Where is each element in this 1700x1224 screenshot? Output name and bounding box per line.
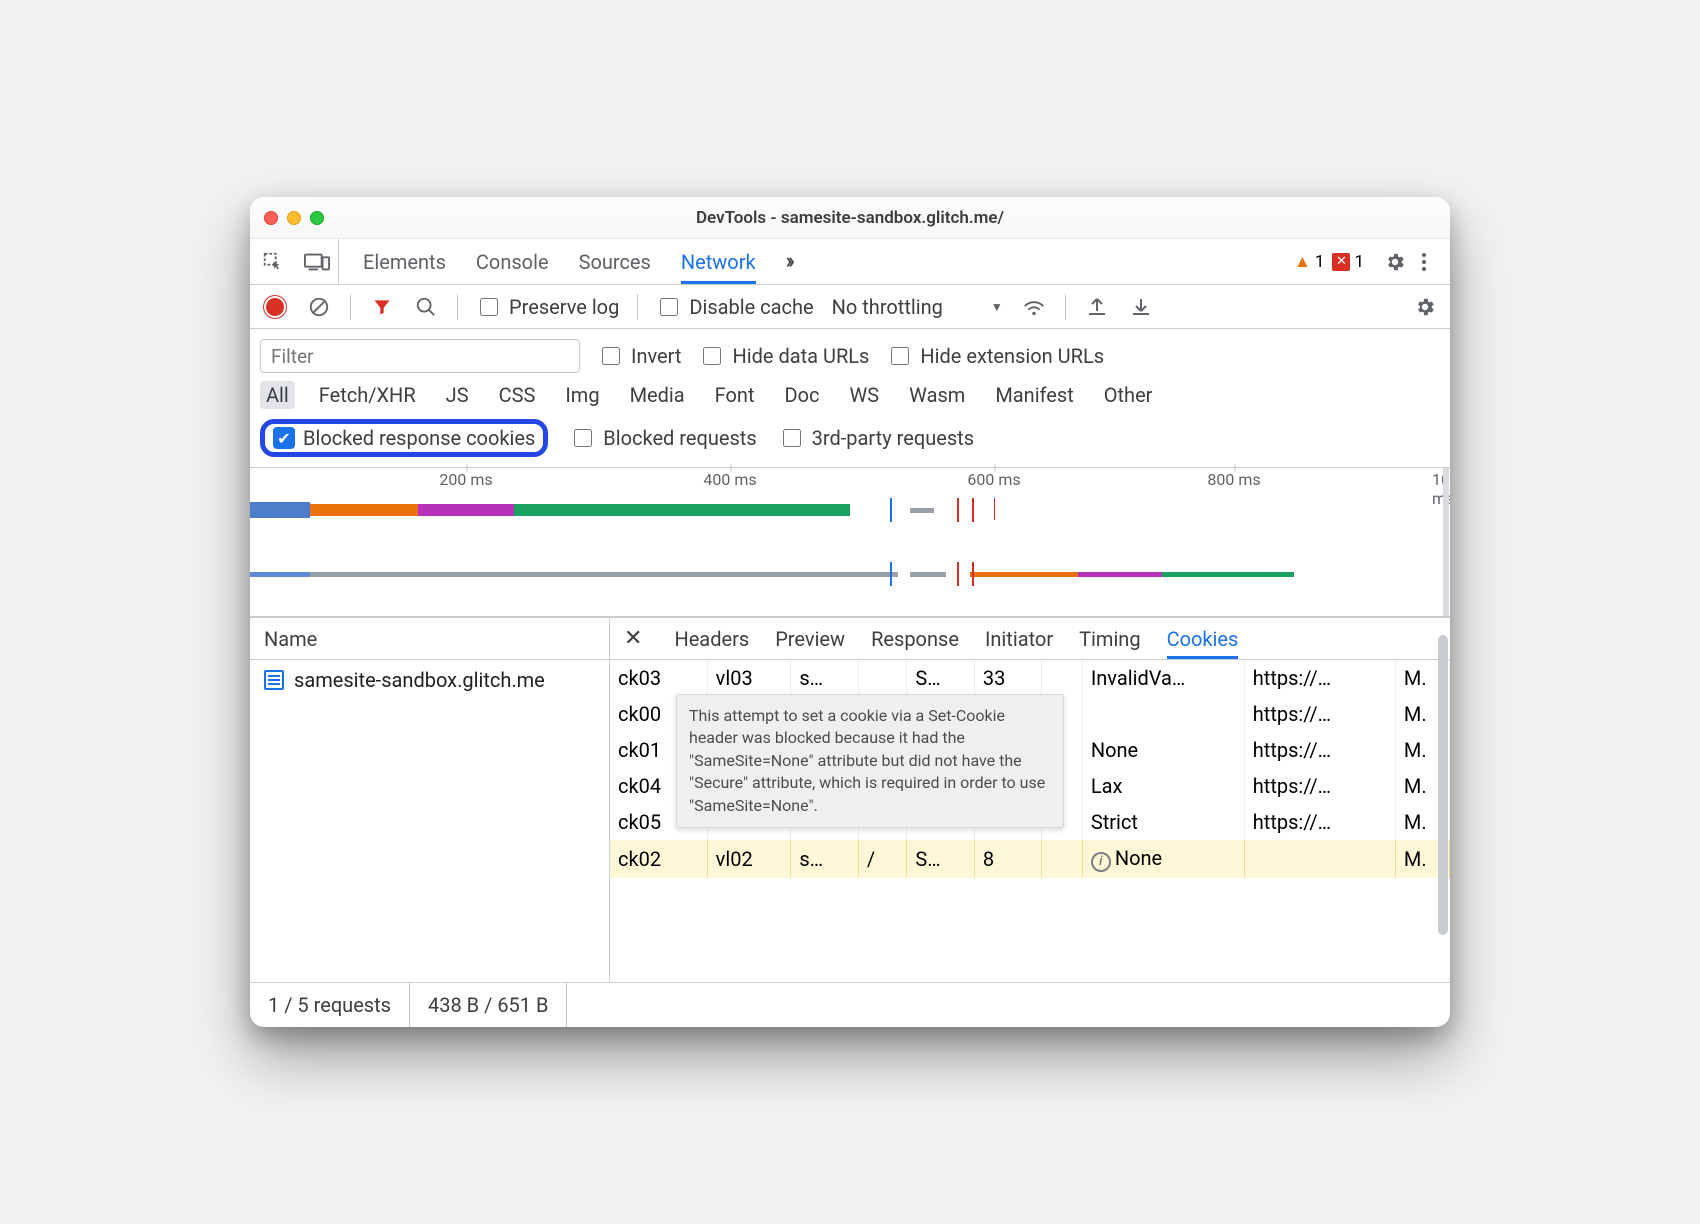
status-bytes: 438 B / 651 B xyxy=(410,983,567,1027)
cookie-row[interactable]: ck03vl03s…S…33InvalidVa…https://…M. xyxy=(610,660,1450,696)
errors-count: 1 xyxy=(1354,252,1364,272)
type-filter-row: All Fetch/XHR JS CSS Img Media Font Doc WS Wasm Ma… xyxy=(260,377,1440,413)
download-har-icon[interactable] xyxy=(1128,294,1154,320)
minimize-button[interactable] xyxy=(287,211,301,225)
network-settings-gear-icon[interactable] xyxy=(1412,294,1438,320)
blocked-response-cookies-highlight: ✔ Blocked response cookies xyxy=(260,419,548,457)
errors-badge[interactable]: ✕1 xyxy=(1332,252,1364,272)
dtab-cookies[interactable]: Cookies xyxy=(1167,618,1239,659)
status-bar: 1 / 5 requests 438 B / 651 B xyxy=(250,983,1450,1027)
network-toolbar: Preserve log Disable cache No throttling… xyxy=(250,285,1450,329)
third-party-requests-checkbox[interactable]: 3rd-party requests xyxy=(779,426,974,450)
type-pill-js[interactable]: JS xyxy=(440,381,475,409)
titlebar: DevTools - samesite-sandbox.glitch.me/ xyxy=(250,197,1450,239)
tick: 400 ms xyxy=(703,468,756,489)
tab-list: Elements Console Sources Network ›› xyxy=(341,239,813,284)
search-icon[interactable] xyxy=(413,294,439,320)
info-icon: i xyxy=(1091,852,1111,872)
settings-gear-icon[interactable] xyxy=(1382,249,1408,275)
type-pill-css[interactable]: CSS xyxy=(493,381,542,409)
request-name: samesite-sandbox.glitch.me xyxy=(294,668,545,692)
tab-network[interactable]: Network xyxy=(681,239,756,284)
overview-scrollbar[interactable] xyxy=(1443,468,1449,616)
check-icon: ✔ xyxy=(273,427,295,449)
type-pill-img[interactable]: Img xyxy=(559,381,605,409)
dtab-preview[interactable]: Preview xyxy=(775,618,845,659)
hide-extension-urls-checkbox[interactable]: Hide extension URLs xyxy=(887,344,1104,368)
invert-checkbox[interactable]: Invert xyxy=(598,344,681,368)
traffic-lights xyxy=(264,211,324,225)
devtools-window: DevTools - samesite-sandbox.glitch.me/ E… xyxy=(250,197,1450,1027)
close-details-button[interactable]: ✕ xyxy=(624,626,648,651)
type-pill-font[interactable]: Font xyxy=(709,381,761,409)
disable-cache-checkbox[interactable]: Disable cache xyxy=(656,295,813,319)
type-pill-all[interactable]: All xyxy=(260,381,295,409)
blocked-requests-checkbox[interactable]: Blocked requests xyxy=(570,426,756,450)
blocked-cookie-tooltip: This attempt to set a cookie via a Set-C… xyxy=(676,694,1064,828)
network-conditions-icon[interactable] xyxy=(1021,294,1047,320)
clear-button[interactable] xyxy=(306,294,332,320)
inspect-icon[interactable] xyxy=(260,249,286,275)
request-details: ✕ Headers Preview Response Initiator Tim… xyxy=(610,618,1450,982)
device-toggle-icon[interactable] xyxy=(304,249,330,275)
type-pill-ws[interactable]: WS xyxy=(844,381,886,409)
close-button[interactable] xyxy=(264,211,278,225)
window-title: DevTools - samesite-sandbox.glitch.me/ xyxy=(324,208,1376,228)
tab-console[interactable]: Console xyxy=(476,239,549,284)
warnings-count: 1 xyxy=(1315,252,1325,272)
type-pill-other[interactable]: Other xyxy=(1098,381,1159,409)
type-pill-manifest[interactable]: Manifest xyxy=(989,381,1079,409)
name-column-header[interactable]: Name xyxy=(250,618,609,660)
dtab-initiator[interactable]: Initiator xyxy=(985,618,1053,659)
dtab-response[interactable]: Response xyxy=(871,618,959,659)
timeline-overview[interactable]: 200 ms400 ms600 ms800 ms1000 ms xyxy=(250,468,1450,618)
type-pill-doc[interactable]: Doc xyxy=(779,381,826,409)
blocked-response-cookies-checkbox[interactable]: ✔ Blocked response cookies xyxy=(273,426,535,450)
throttling-select[interactable]: No throttling▼ xyxy=(832,295,1003,319)
window-scrollbar[interactable] xyxy=(1438,635,1448,935)
preserve-log-checkbox[interactable]: Preserve log xyxy=(476,295,619,319)
tab-sources[interactable]: Sources xyxy=(579,239,651,284)
panel-tabs: Elements Console Sources Network ›› ▲1 ✕… xyxy=(250,239,1450,285)
more-menu-icon[interactable] xyxy=(1416,253,1432,271)
maximize-button[interactable] xyxy=(310,211,324,225)
upload-har-icon[interactable] xyxy=(1084,294,1110,320)
filter-input[interactable] xyxy=(260,339,580,373)
tick: 200 ms xyxy=(439,468,492,489)
detail-tabs: ✕ Headers Preview Response Initiator Tim… xyxy=(610,618,1450,660)
tick: 600 ms xyxy=(967,468,1020,489)
status-requests: 1 / 5 requests xyxy=(250,983,410,1027)
tab-elements[interactable]: Elements xyxy=(363,239,446,284)
more-tabs-icon[interactable]: ›› xyxy=(786,249,791,274)
main-split: Name samesite-sandbox.glitch.me ✕ Header… xyxy=(250,618,1450,983)
request-row[interactable]: samesite-sandbox.glitch.me xyxy=(250,660,609,700)
warnings-badge[interactable]: ▲1 xyxy=(1294,252,1324,272)
filter-funnel-icon[interactable] xyxy=(369,294,395,320)
document-icon xyxy=(264,670,284,690)
tick: 800 ms xyxy=(1207,468,1260,489)
record-button[interactable] xyxy=(262,294,288,320)
cookie-row[interactable]: ck02vl02s…/S…8iNoneM. xyxy=(610,840,1450,878)
dtab-headers[interactable]: Headers xyxy=(674,618,749,659)
dtab-timing[interactable]: Timing xyxy=(1079,618,1140,659)
type-pill-fetch-xhr[interactable]: Fetch/XHR xyxy=(313,381,422,409)
filters: Invert Hide data URLs Hide extension URL… xyxy=(250,329,1450,468)
type-pill-media[interactable]: Media xyxy=(624,381,691,409)
requests-list: Name samesite-sandbox.glitch.me xyxy=(250,618,610,982)
type-pill-wasm[interactable]: Wasm xyxy=(903,381,971,409)
hide-data-urls-checkbox[interactable]: Hide data URLs xyxy=(699,344,869,368)
